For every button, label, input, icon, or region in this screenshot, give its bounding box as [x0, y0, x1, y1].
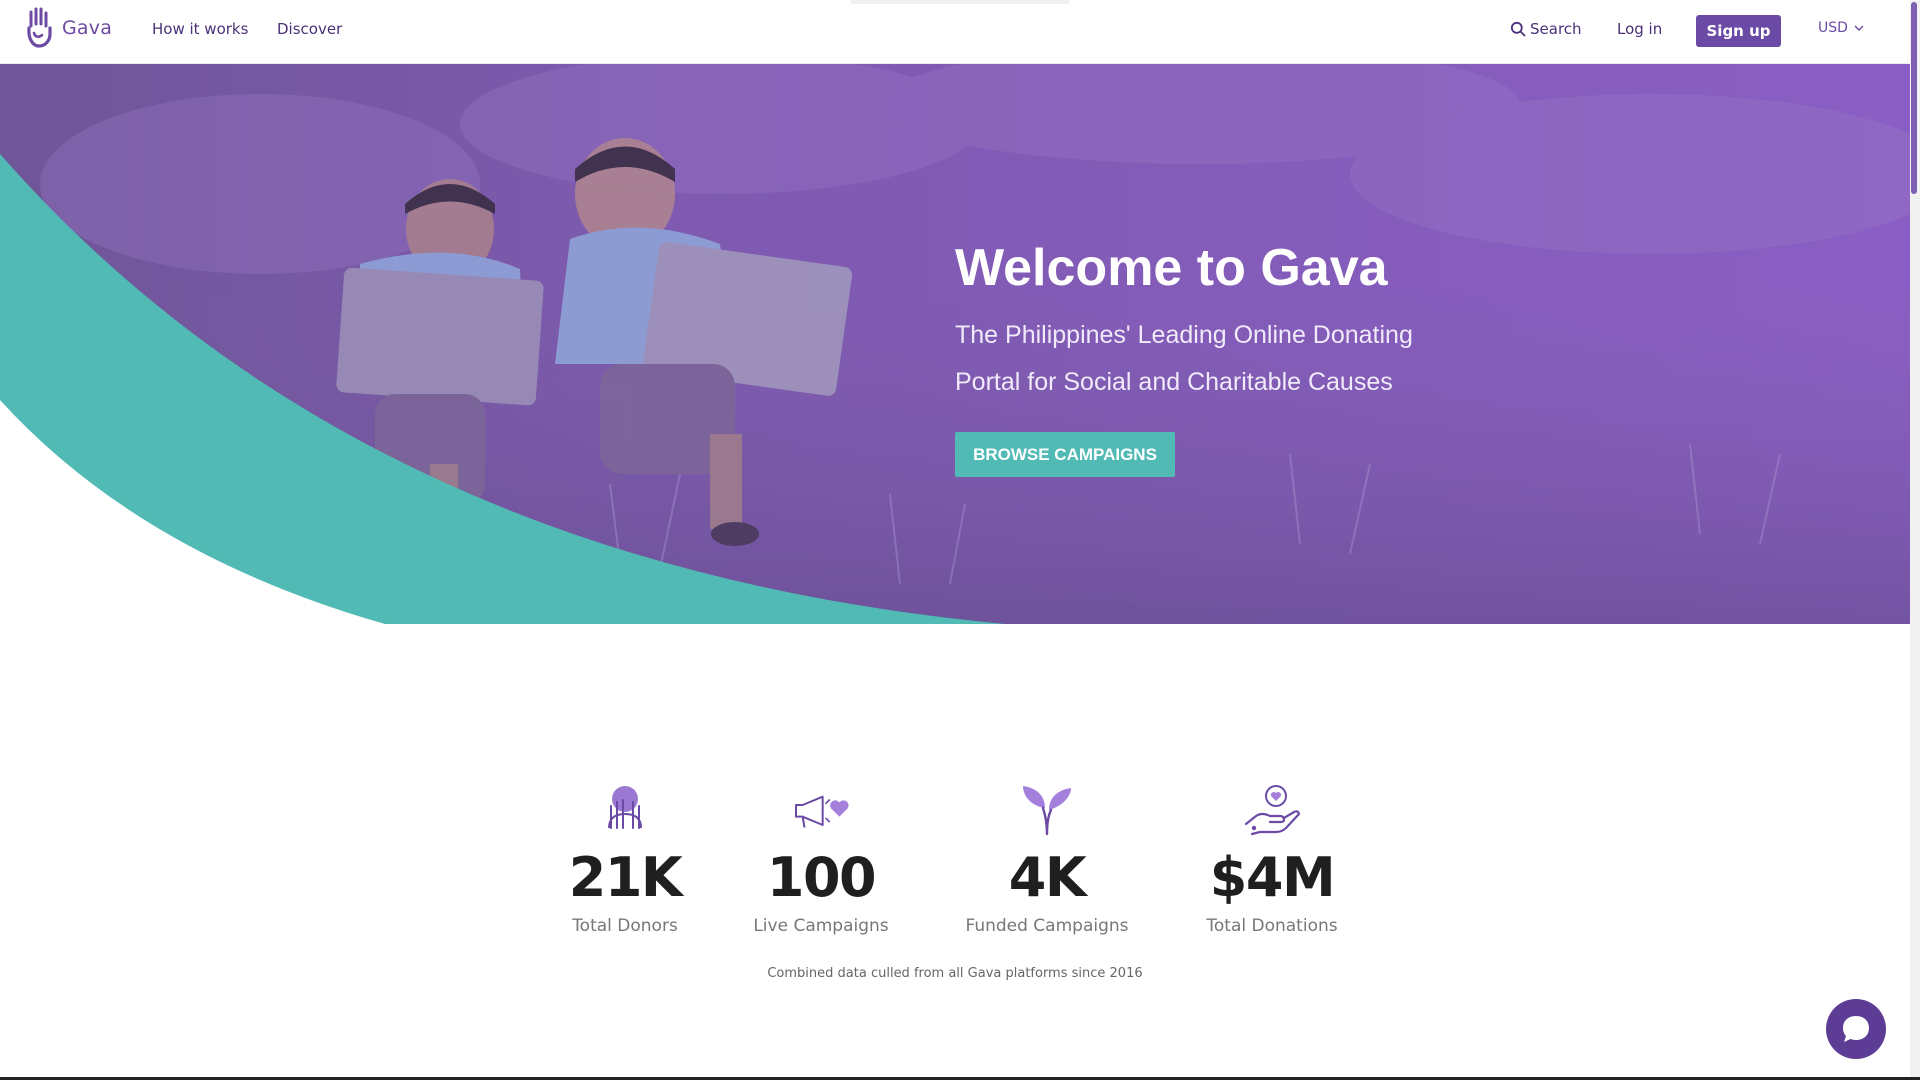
hero-banner: Welcome to Gava The Philippines' Leading… — [0, 64, 1910, 624]
chat-bubble-icon — [1843, 1016, 1869, 1042]
search-icon — [1510, 21, 1526, 37]
hero-subtitle: The Philippines' Leading Online Donating… — [955, 321, 1413, 396]
stats-footnote: Combined data culled from all Gava platf… — [767, 966, 1143, 981]
stat-live-campaigns: 100 Live Campaigns — [726, 784, 916, 936]
live-chat-button[interactable] — [1826, 999, 1886, 1059]
currency-label: USD — [1818, 20, 1848, 36]
stat-value: 21K — [568, 846, 683, 909]
donor-hands-icon — [608, 786, 642, 829]
stat-total-donations: $4M Total Donations — [1177, 784, 1367, 936]
signup-button[interactable]: Sign up — [1696, 15, 1781, 47]
scrollbar-thumb[interactable] — [1911, 2, 1917, 194]
browser-tab-indicator — [850, 0, 1070, 4]
stat-label: Total Donors — [572, 916, 678, 936]
stat-value: 100 — [766, 846, 877, 909]
sprout-icon — [1023, 786, 1071, 836]
hand-heart-icon — [1244, 785, 1301, 836]
nav-discover[interactable]: Discover — [277, 20, 342, 38]
nav-how-it-works[interactable]: How it works — [152, 20, 248, 38]
search-link[interactable]: Search — [1510, 20, 1582, 38]
stat-label: Funded Campaigns — [965, 916, 1129, 936]
stat-label: Total Donations — [1206, 916, 1338, 936]
login-link[interactable]: Log in — [1617, 20, 1662, 38]
stat-value: $4M — [1209, 846, 1336, 909]
currency-selector[interactable]: USD — [1818, 20, 1864, 36]
chevron-down-icon — [1854, 25, 1864, 31]
gava-logo-link[interactable]: Gava — [24, 6, 112, 50]
stat-label: Live Campaigns — [753, 916, 889, 936]
search-label: Search — [1530, 20, 1582, 38]
stat-total-donors: 21K Total Donors — [530, 784, 720, 936]
site-header: Gava How it works Discover Search Log in… — [0, 0, 1910, 64]
megaphone-heart-icon — [795, 795, 849, 828]
gava-logo-icon — [27, 7, 52, 48]
stat-funded-campaigns: 4K Funded Campaigns — [952, 784, 1142, 936]
stat-value: 4K — [1008, 846, 1087, 909]
hero-title: Welcome to Gava — [955, 239, 1388, 297]
browse-campaigns-button[interactable]: BROWSE CAMPAIGNS — [955, 432, 1175, 477]
brand-name: Gava — [62, 17, 113, 39]
